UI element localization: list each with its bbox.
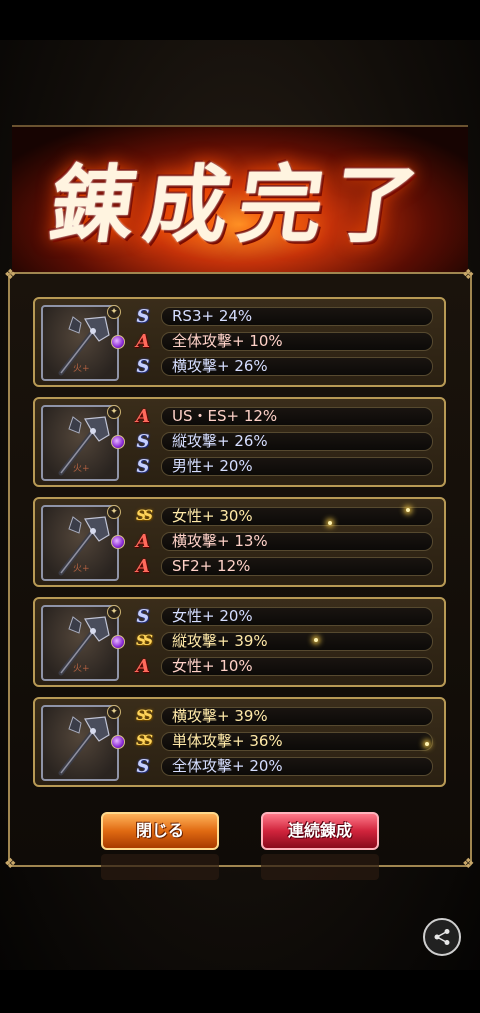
ability-rank-badge: A	[136, 556, 150, 577]
page-title: 錬成完了	[44, 155, 435, 254]
ability-text: 縦攻撃+ 39%	[161, 632, 433, 651]
ability-text: 全体攻撃+ 20%	[161, 757, 433, 776]
ability-text: 女性+ 30%	[161, 507, 433, 526]
weapon-element-tag: 火+	[73, 564, 90, 574]
refine-result-card: 火+ ✦ A US・ES+ 12% S 縦攻撃+ 26% S 男性+ 20%	[33, 397, 446, 487]
ability-rank-badge: SS	[136, 708, 153, 724]
ability-text: 横攻撃+ 13%	[161, 532, 433, 551]
ability-text: 横攻撃+ 39%	[161, 707, 433, 726]
sparkle-effect	[406, 508, 410, 512]
weapon-thumbnail: 火+	[41, 505, 119, 581]
button-shadow	[101, 854, 219, 880]
refine-result-card: 火+ ✦ S 女性+ 20% SS 縦攻撃+ 39% A 女性+ 10%	[33, 597, 446, 687]
refine-result-card: 火+ ✦ S RS3+ 24% A 全体攻撃+ 10% S 横攻撃+ 26%	[33, 297, 446, 387]
weapon-type-badge-icon: ✦	[107, 305, 121, 319]
sparkle-effect	[425, 742, 429, 746]
weapon-element-tag: 火+	[73, 664, 90, 674]
ability-text: 横攻撃+ 26%	[161, 357, 433, 376]
ability-rank-badge: S	[136, 306, 150, 327]
ability-row: S 横攻撃+ 26%	[131, 356, 436, 377]
ability-text: US・ES+ 12%	[161, 407, 433, 426]
ability-text: SF2+ 12%	[161, 557, 433, 576]
ability-rank-badge: SS	[136, 508, 153, 524]
ability-rank-badge: SS	[136, 633, 153, 649]
refine-result-card: ✦ SS 横攻撃+ 39% SS 単体攻撃+ 36% S 全体攻撃+ 20%	[33, 697, 446, 787]
sparkle-effect	[328, 521, 332, 525]
ability-rank-badge: A	[136, 331, 150, 352]
purple-gem-icon	[111, 635, 125, 649]
ability-row: SS 単体攻撃+ 36%	[131, 731, 436, 752]
corner-ornament-icon: ❖	[4, 856, 17, 872]
ability-row: SS 縦攻撃+ 39%	[131, 631, 436, 652]
ability-text: RS3+ 24%	[161, 307, 433, 326]
ability-text: 男性+ 20%	[161, 457, 433, 476]
share-button[interactable]	[423, 918, 461, 956]
weapon-type-badge-icon: ✦	[107, 605, 121, 619]
purple-gem-icon	[111, 435, 125, 449]
ability-row: A 全体攻撃+ 10%	[131, 331, 436, 352]
ability-text: 女性+ 10%	[161, 657, 433, 676]
button-shadow	[261, 854, 379, 880]
ability-row: S 男性+ 20%	[131, 456, 436, 477]
weapon-thumbnail: 火+	[41, 405, 119, 481]
ability-row: S RS3+ 24%	[131, 306, 436, 327]
ability-rank-badge: S	[136, 606, 150, 627]
weapon-type-badge-icon: ✦	[107, 405, 121, 419]
continuous-refine-button[interactable]: 連続錬成	[261, 812, 379, 850]
corner-ornament-icon: ❖	[4, 267, 17, 283]
sparkle-effect	[314, 638, 318, 642]
ability-row: A SF2+ 12%	[131, 556, 436, 577]
ability-text: 単体攻撃+ 36%	[161, 732, 433, 751]
corner-ornament-icon: ❖	[462, 856, 475, 872]
ability-rank-badge: A	[136, 531, 150, 552]
close-button[interactable]: 閉じる	[101, 812, 219, 850]
purple-gem-icon	[111, 735, 125, 749]
ability-row: SS 横攻撃+ 39%	[131, 706, 436, 727]
ability-row: A 女性+ 10%	[131, 656, 436, 677]
ability-rank-badge: S	[136, 756, 150, 777]
purple-gem-icon	[111, 335, 125, 349]
ability-text: 全体攻撃+ 10%	[161, 332, 433, 351]
weapon-element-tag: 火+	[73, 464, 90, 474]
ability-row: S 女性+ 20%	[131, 606, 436, 627]
ability-rank-badge: SS	[136, 733, 153, 749]
ability-rank-badge: A	[136, 406, 150, 427]
share-icon	[434, 929, 450, 945]
weapon-thumbnail: 火+	[41, 605, 119, 681]
ability-row: S 縦攻撃+ 26%	[131, 431, 436, 452]
ability-row: A US・ES+ 12%	[131, 406, 436, 427]
ability-rank-badge: S	[136, 356, 150, 377]
weapon-thumbnail	[41, 705, 119, 781]
ability-rank-badge: A	[136, 656, 150, 677]
ability-rank-badge: S	[136, 456, 150, 477]
weapon-thumbnail: 火+	[41, 305, 119, 381]
ability-row: SS 女性+ 30%	[131, 506, 436, 527]
ability-text: 縦攻撃+ 26%	[161, 432, 433, 451]
refine-result-card: 火+ ✦ SS 女性+ 30% A 横攻撃+ 13% A SF2+ 12%	[33, 497, 446, 587]
weapon-type-badge-icon: ✦	[107, 505, 121, 519]
purple-gem-icon	[111, 535, 125, 549]
ability-rank-badge: S	[136, 431, 150, 452]
weapon-type-badge-icon: ✦	[107, 705, 121, 719]
weapon-element-tag: 火+	[73, 364, 90, 374]
ability-row: A 横攻撃+ 13%	[131, 531, 436, 552]
ability-text: 女性+ 20%	[161, 607, 433, 626]
ability-row: S 全体攻撃+ 20%	[131, 756, 436, 777]
corner-ornament-icon: ❖	[462, 267, 475, 283]
